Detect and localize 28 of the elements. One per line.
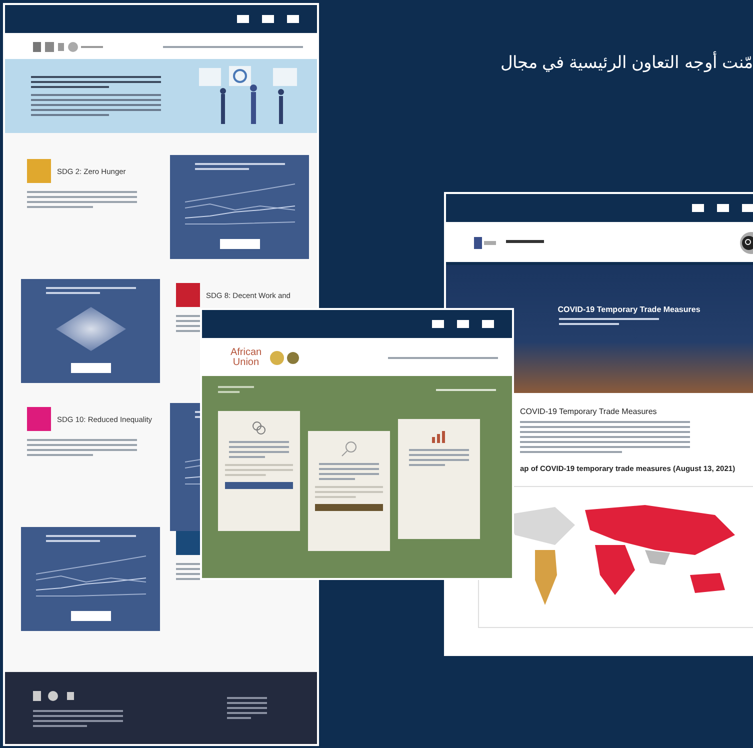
card-button[interactable] bbox=[70, 611, 110, 621]
search-icon bbox=[341, 441, 357, 457]
blurred-text-drawing bbox=[227, 697, 267, 719]
blurred-text-drawing bbox=[229, 441, 289, 458]
card-button[interactable] bbox=[220, 239, 260, 249]
banner-title: COVID-19 Temporary Trade Measures bbox=[556, 305, 700, 314]
organisation-logo-drawing bbox=[474, 237, 544, 249]
handshake-icon bbox=[252, 421, 266, 435]
window-controls-icon[interactable] bbox=[237, 15, 299, 23]
submit-button[interactable] bbox=[225, 482, 293, 489]
blurred-text-drawing bbox=[315, 486, 383, 498]
blurred-text-drawing bbox=[225, 464, 293, 476]
window-controls-icon[interactable] bbox=[432, 320, 494, 328]
organisation-logo: African Union bbox=[229, 348, 263, 368]
partner-logos-drawing bbox=[33, 690, 77, 702]
window-controls-icon[interactable] bbox=[692, 204, 753, 212]
submit-button[interactable] bbox=[315, 504, 383, 511]
section-heading: COVID-19 Temporary Trade Measures bbox=[520, 407, 658, 416]
card-button[interactable] bbox=[70, 363, 110, 373]
emblem-icon bbox=[270, 351, 300, 365]
bar-chart-icon bbox=[431, 429, 447, 443]
diamond-chart-drawing bbox=[56, 306, 126, 350]
caption-text: مّنت أوجه التعاون الرئيسية في مجال bbox=[500, 52, 753, 73]
blurred-text-drawing bbox=[319, 463, 379, 480]
blurred-text-drawing bbox=[218, 386, 254, 393]
blurred-text-drawing bbox=[409, 449, 469, 466]
partner-logos-drawing bbox=[33, 41, 103, 53]
goal-icon bbox=[176, 531, 200, 555]
